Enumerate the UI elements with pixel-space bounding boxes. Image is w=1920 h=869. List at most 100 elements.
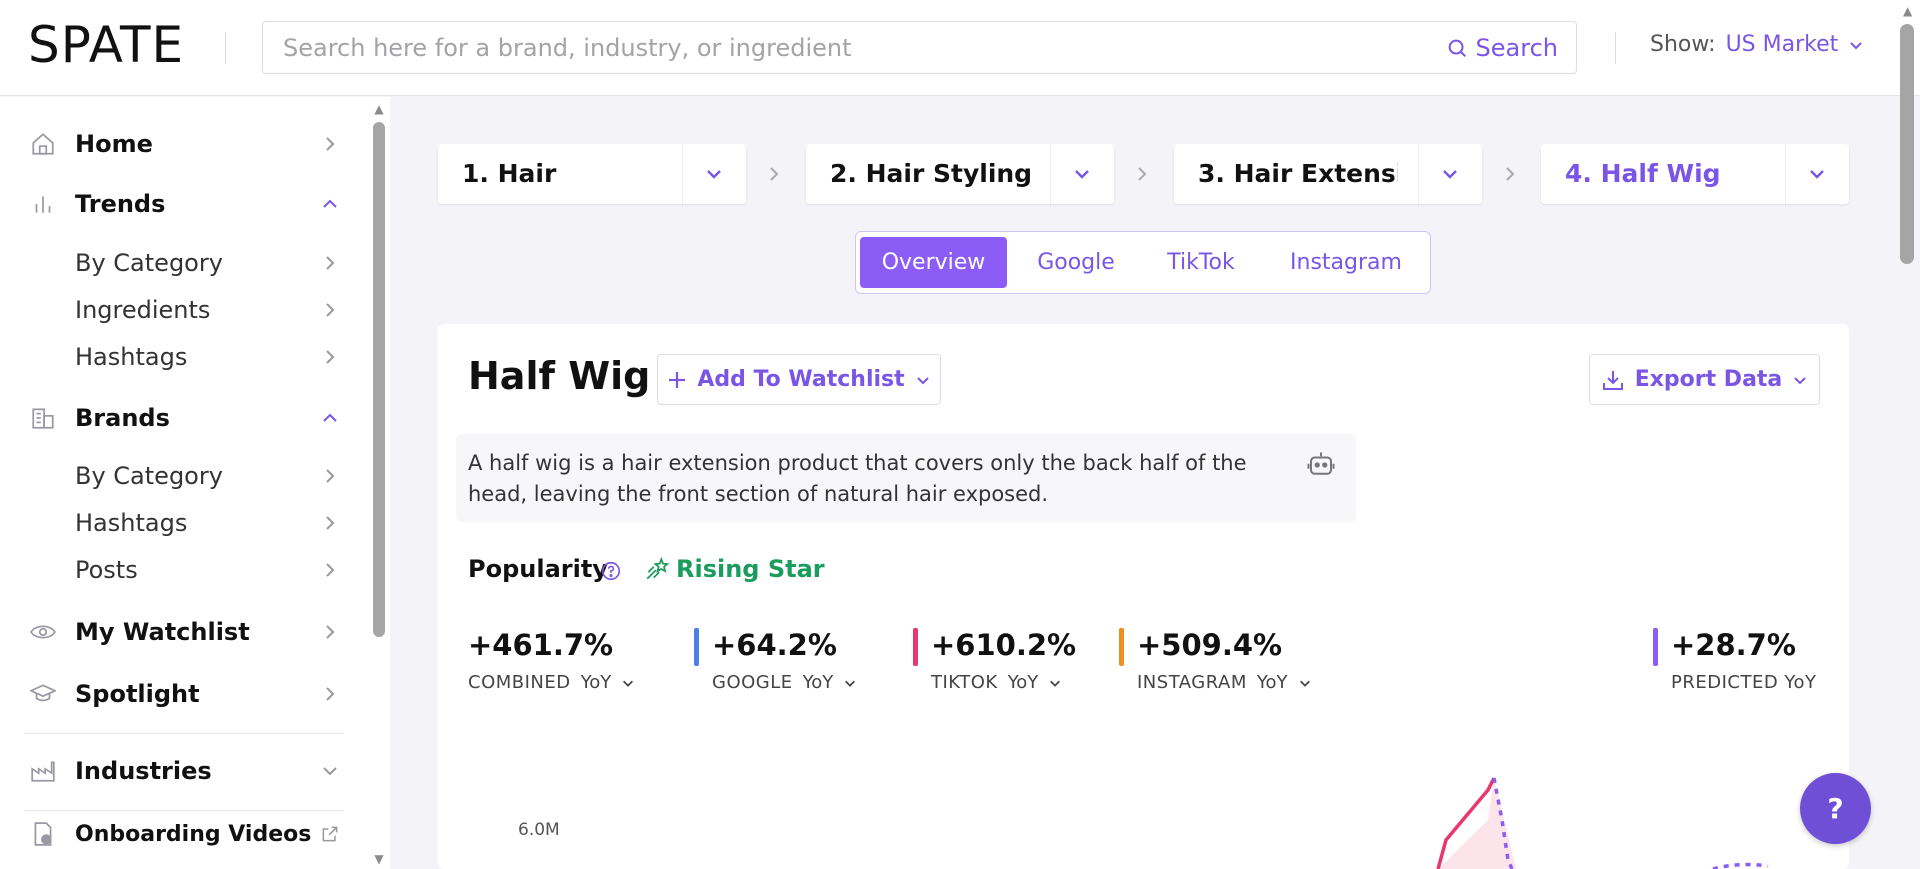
chevron-right-icon <box>320 561 340 579</box>
category-level-2-label: 2. Hair Styling ... <box>830 159 1030 188</box>
chevron-down-icon[interactable] <box>621 676 635 690</box>
period-selector[interactable]: YoY <box>803 672 834 693</box>
export-data-button[interactable]: Export Data <box>1589 354 1820 405</box>
sidebar-item-label: Trends <box>75 190 166 218</box>
period-selector[interactable]: YoY <box>581 672 612 693</box>
selector-divider <box>1050 144 1051 204</box>
help-button[interactable]: ? <box>1800 773 1871 844</box>
chevron-down-icon[interactable] <box>843 676 857 690</box>
search-button[interactable]: Search <box>1446 32 1558 64</box>
sidebar-item-label: My Watchlist <box>75 618 250 646</box>
spate-logo[interactable]: SPATE <box>28 16 184 74</box>
chevron-right-icon <box>320 135 340 153</box>
period-label: YoY <box>802 672 834 693</box>
category-selector-level-2[interactable]: 2. Hair Styling ... <box>806 144 1114 204</box>
page-scrollbar[interactable] <box>1900 24 1914 264</box>
sidebar-subitem-label: By Category <box>75 249 223 277</box>
popularity-chart <box>1436 777 1769 869</box>
page-scroll-up[interactable]: ▲ <box>1903 4 1912 18</box>
chevron-down-icon <box>1848 37 1864 53</box>
metric-instagram: +509.4% INSTAGRAM YoY <box>1119 628 1312 693</box>
search-bar: Search <box>262 21 1577 74</box>
sidebar-item-onboarding-videos[interactable]: Onboarding Videos <box>30 814 340 854</box>
chevron-right-icon <box>320 514 340 532</box>
sidebar-subitem-brands-by-category[interactable]: By Category <box>30 456 340 496</box>
metric-value: +28.7% <box>1671 628 1796 662</box>
period-label: YoY <box>1256 672 1288 693</box>
chevron-down-icon[interactable] <box>1807 164 1827 184</box>
metric-label: INSTAGRAM <box>1137 672 1247 693</box>
metric-label: GOOGLE <box>712 672 793 693</box>
metric-predicted: +28.7% PREDICTED YoY <box>1653 628 1817 693</box>
sidebar-item-brands[interactable]: Brands <box>30 398 340 438</box>
category-level-3-label: 3. Hair Extensi... <box>1198 159 1398 188</box>
category-selector-level-4[interactable]: 4. Half Wig <box>1541 144 1849 204</box>
chevron-down-icon[interactable] <box>1440 164 1460 184</box>
sidebar-item-industries[interactable]: Industries <box>30 751 340 791</box>
sidebar-item-watchlist[interactable]: My Watchlist <box>30 612 340 652</box>
tab-google[interactable]: Google <box>1026 237 1126 288</box>
chevron-right-icon <box>320 301 340 319</box>
chevron-down-icon <box>915 372 931 388</box>
chevron-right-icon <box>1504 164 1516 184</box>
chevron-down-icon[interactable] <box>1048 676 1062 690</box>
source-tabs: Overview Google TikTok Instagram <box>855 231 1431 294</box>
metric-label-row: GOOGLE YoY <box>712 672 857 693</box>
category-level-4-label: 4. Half Wig <box>1565 159 1721 188</box>
sidebar-item-home[interactable]: Home <box>30 124 340 164</box>
top-header: SPATE Search Show: US Market <box>0 0 1920 96</box>
metric-tiktok: +610.2% TIKTOK YoY <box>913 628 1076 693</box>
metric-label: TIKTOK <box>931 672 998 693</box>
period-selector[interactable]: YoY <box>1257 672 1288 693</box>
chevron-down-icon <box>320 765 340 777</box>
sidebar-scroll-down[interactable]: ▼ <box>373 853 385 865</box>
sidebar-item-trends[interactable]: Trends <box>30 184 340 224</box>
search-button-label: Search <box>1475 34 1558 62</box>
sidebar-subitem-posts[interactable]: Posts <box>30 550 340 590</box>
sidebar-subitem-brands-hashtags[interactable]: Hashtags <box>30 503 340 543</box>
building-icon <box>30 405 60 431</box>
header-divider-2 <box>1615 32 1616 64</box>
metric-label-row: COMBINED YoY <box>468 672 635 693</box>
sidebar-subitem-trends-hashtags[interactable]: Hashtags <box>30 337 340 377</box>
external-link-icon <box>320 823 340 845</box>
robot-icon[interactable] <box>1306 450 1336 480</box>
tab-tiktok[interactable]: TikTok <box>1151 237 1251 288</box>
metric-value: +64.2% <box>712 628 837 662</box>
add-to-watchlist-button[interactable]: Add To Watchlist <box>657 354 941 405</box>
popularity-status-label: Rising Star <box>676 555 825 583</box>
sidebar-subitem-ingredients[interactable]: Ingredients <box>30 290 340 330</box>
series-color-bar <box>694 628 699 666</box>
tab-overview[interactable]: Overview <box>860 237 1007 288</box>
sidebar-scrollbar[interactable] <box>373 122 385 637</box>
popularity-status: Rising Star <box>644 555 825 583</box>
selector-divider <box>682 144 683 204</box>
trend-description-box: A half wig is a hair extension product t… <box>456 434 1356 522</box>
factory-icon <box>30 758 60 784</box>
search-icon <box>1446 37 1468 59</box>
category-selector-level-1[interactable]: 1. Hair <box>438 144 746 204</box>
header-divider <box>225 32 226 64</box>
trend-description: A half wig is a hair extension product t… <box>468 451 1247 506</box>
market-selector[interactable]: Show: US Market <box>1650 32 1864 57</box>
period-label: YoY <box>580 672 612 693</box>
sidebar-subitem-label: Ingredients <box>75 296 211 324</box>
eye-icon <box>30 619 60 645</box>
metric-label-row: INSTAGRAM YoY <box>1137 672 1312 693</box>
category-selector-level-3[interactable]: 3. Hair Extensi... <box>1174 144 1482 204</box>
sidebar-item-spotlight[interactable]: Spotlight <box>30 674 340 714</box>
search-input[interactable] <box>283 22 1423 73</box>
chevron-down-icon[interactable] <box>1072 164 1092 184</box>
help-circle-icon[interactable] <box>600 560 622 582</box>
sidebar-scroll-up[interactable]: ▲ <box>373 103 385 115</box>
sidebar-subitem-trends-by-category[interactable]: By Category <box>30 243 340 283</box>
tab-instagram[interactable]: Instagram <box>1276 237 1416 288</box>
selector-divider <box>1785 144 1786 204</box>
chevron-down-icon[interactable] <box>1298 676 1312 690</box>
period-selector[interactable]: YoY <box>1008 672 1039 693</box>
series-color-bar <box>913 628 918 666</box>
chevron-down-icon[interactable] <box>704 164 724 184</box>
metric-label: PREDICTED YoY <box>1671 672 1817 693</box>
category-level-1-label: 1. Hair <box>462 159 557 188</box>
chevron-up-icon <box>320 198 340 210</box>
